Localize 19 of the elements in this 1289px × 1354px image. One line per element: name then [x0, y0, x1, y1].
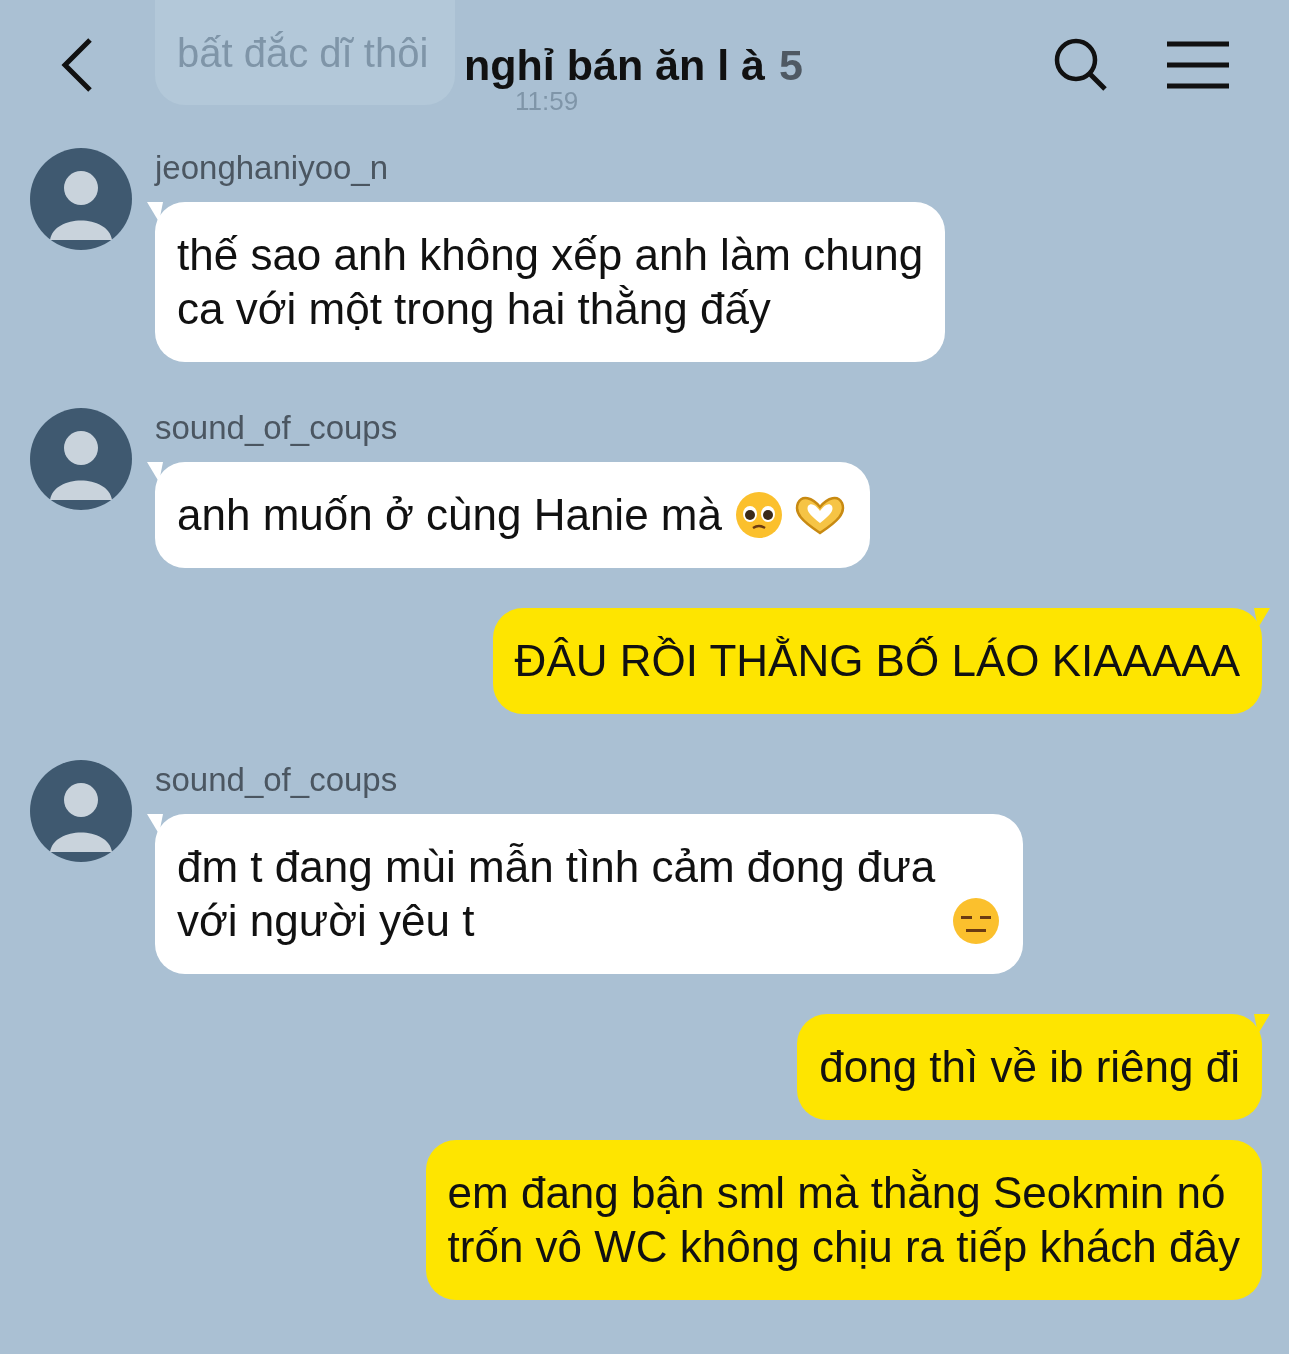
chat-title: nghỉ bán ăn l à [464, 39, 766, 91]
sender-name: sound_of_coups [155, 408, 398, 448]
expressionless-face-icon [951, 896, 1002, 946]
message-text: ĐÂU RỒI THẰNG BỐ LÁO KIAAAAA [514, 635, 1240, 687]
message-text: đm t đang mùi mẫn tình cảm đong đưa với người yêu t [177, 841, 936, 947]
pleading-face-icon [733, 490, 784, 540]
search-button[interactable] [1053, 37, 1109, 93]
message-text: thế sao anh không xếp anh làm chung ca với một trong hai thằng đấy [177, 229, 924, 335]
message-text: em đang bận sml mà thằng Seokmin nó trốn vô WC không chịu ra tiếp khách đây [447, 1167, 1240, 1273]
member-count: 5 [779, 39, 803, 91]
message-text: đong thì về ib riêng đi [819, 1041, 1240, 1093]
back-button[interactable] [60, 37, 94, 93]
avatar-icon [30, 148, 132, 250]
message-text: anh muốn ở cùng Hanie mà [177, 489, 722, 541]
sender-name: jeonghaniyoo_n [155, 148, 389, 188]
avatar-icon [30, 408, 132, 510]
menu-button[interactable] [1167, 41, 1229, 89]
avatar-icon [30, 760, 132, 862]
sender-name: sound_of_coups [155, 760, 398, 800]
